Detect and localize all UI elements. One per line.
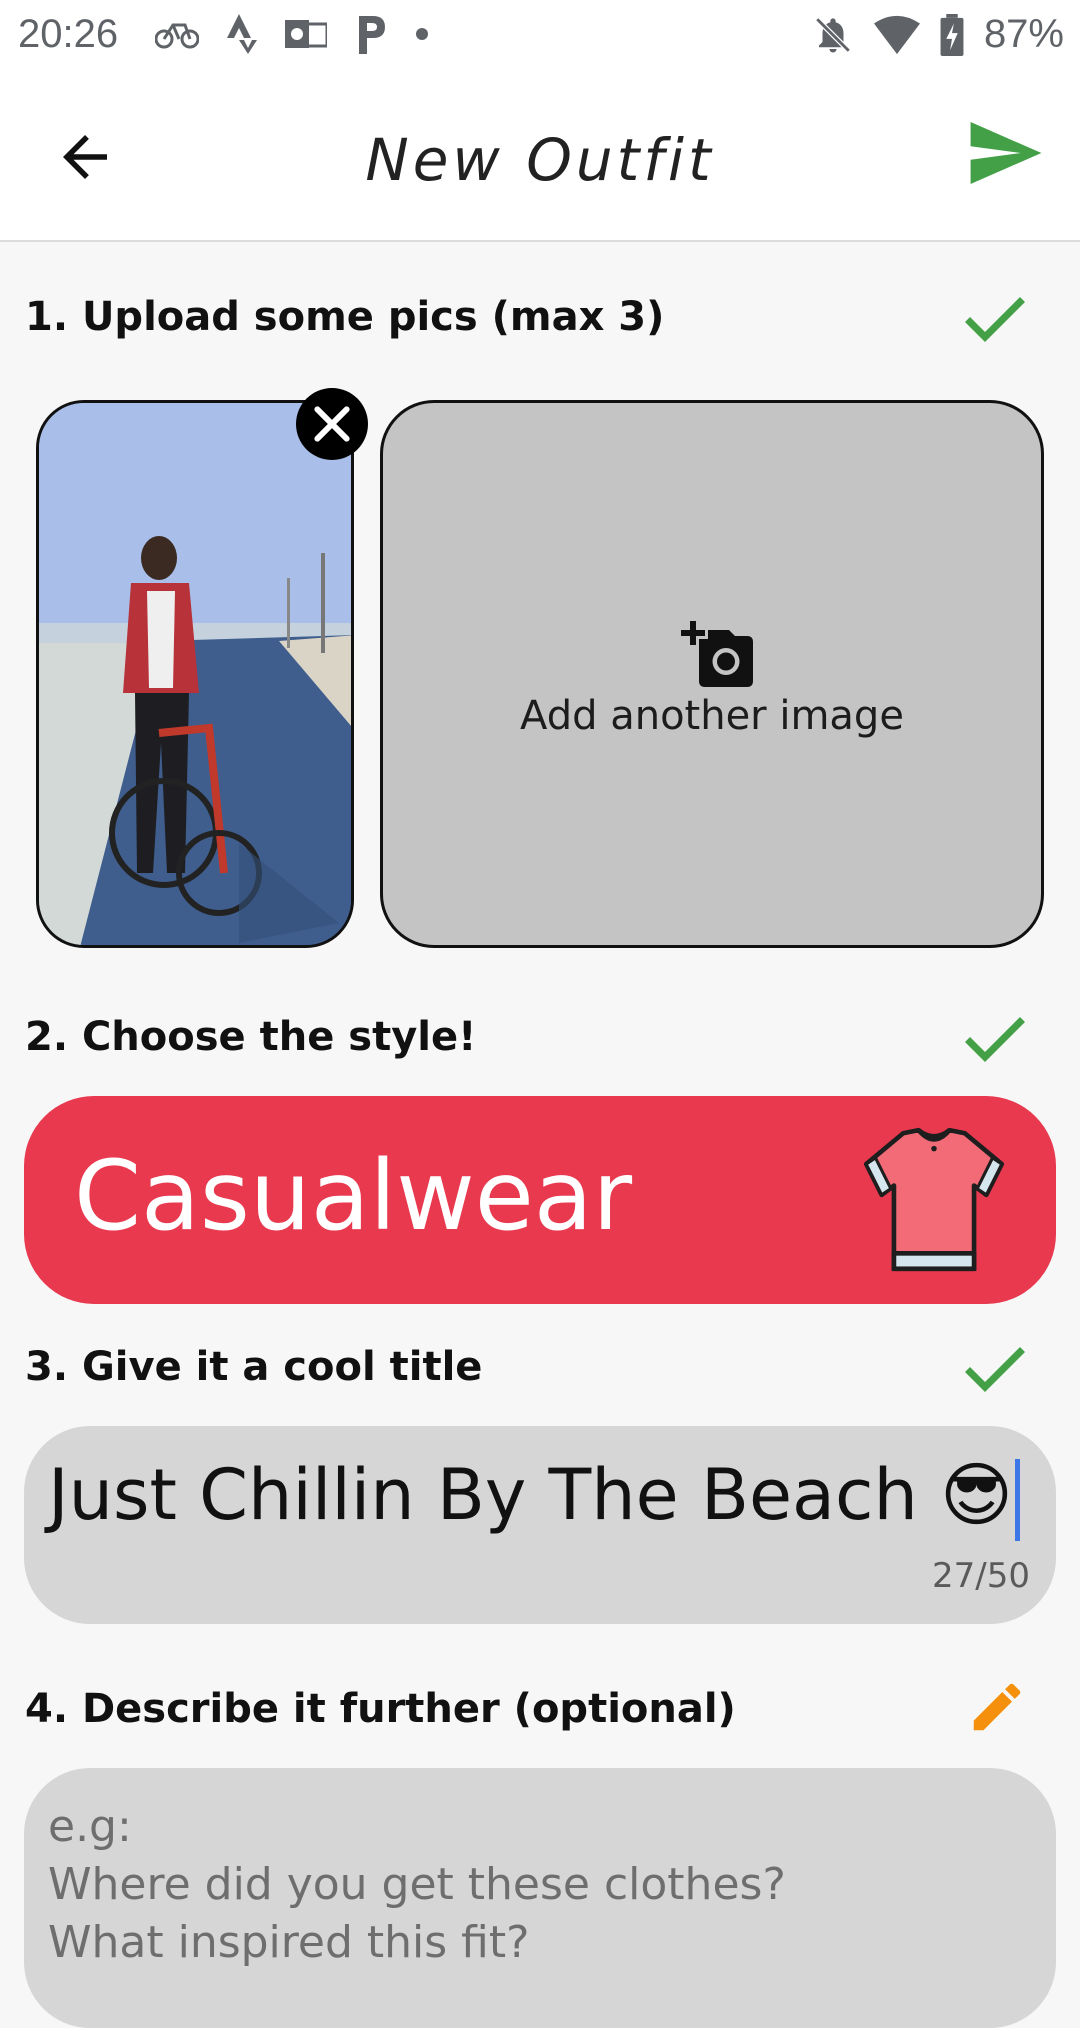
text-caret: [1015, 1458, 1021, 1541]
check-icon: [965, 1017, 1025, 1062]
battery-charging-icon: [940, 13, 964, 56]
page-title: New Outfit: [365, 126, 715, 194]
status-notification-icons: [155, 14, 429, 54]
parking-icon: [359, 16, 385, 54]
character-counter: 27/50: [932, 1556, 1030, 1596]
wifi-icon: [873, 15, 920, 54]
outfit-photo-image: [39, 403, 351, 945]
description-input[interactable]: e.g: Where did you get these clothes? Wh…: [24, 1768, 1056, 2028]
add-image-button[interactable]: Add another image: [380, 400, 1044, 948]
remove-photo-button[interactable]: [296, 388, 368, 460]
style-selector[interactable]: Casualwear: [24, 1096, 1056, 1304]
step-upload-label: 1. Upload some pics (max 3): [25, 294, 665, 340]
dot-icon: [416, 28, 428, 40]
style-label: Casualwear: [74, 1140, 633, 1252]
step-title-label: 3. Give it a cool title: [25, 1344, 483, 1390]
outlook-icon: [285, 20, 327, 48]
battery-percentage: 87%: [983, 12, 1064, 56]
title-input-value: Just Chillin By The Beach 😎: [48, 1454, 1014, 1536]
title-input[interactable]: Just Chillin By The Beach 😎 27/50: [24, 1426, 1056, 1624]
check-icon: [965, 1347, 1025, 1392]
step-describe-label: 4. Describe it further (optional): [25, 1686, 736, 1732]
bike-icon: [155, 23, 199, 49]
status-system-icons: 87%: [812, 12, 1064, 57]
notifications-off-icon: [815, 16, 851, 53]
check-icon: [965, 297, 1025, 342]
status-time: 20:26: [18, 12, 119, 56]
status-bar: 20:26 87%: [0, 0, 1080, 74]
add-image-label: Add another image: [520, 693, 904, 739]
description-placeholder: e.g: Where did you get these clothes? Wh…: [48, 1801, 786, 1968]
send-icon[interactable]: [970, 122, 1042, 184]
app-bar: New Outfit: [0, 74, 1080, 242]
tshirt-icon: [863, 1127, 1005, 1272]
add-photo-icon: [681, 621, 753, 687]
step-style-label: 2. Choose the style!: [25, 1014, 477, 1060]
close-icon: [314, 406, 350, 442]
pencil-icon: [973, 1683, 1021, 1731]
strava-icon: [227, 14, 257, 54]
uploaded-photo[interactable]: [36, 400, 354, 948]
